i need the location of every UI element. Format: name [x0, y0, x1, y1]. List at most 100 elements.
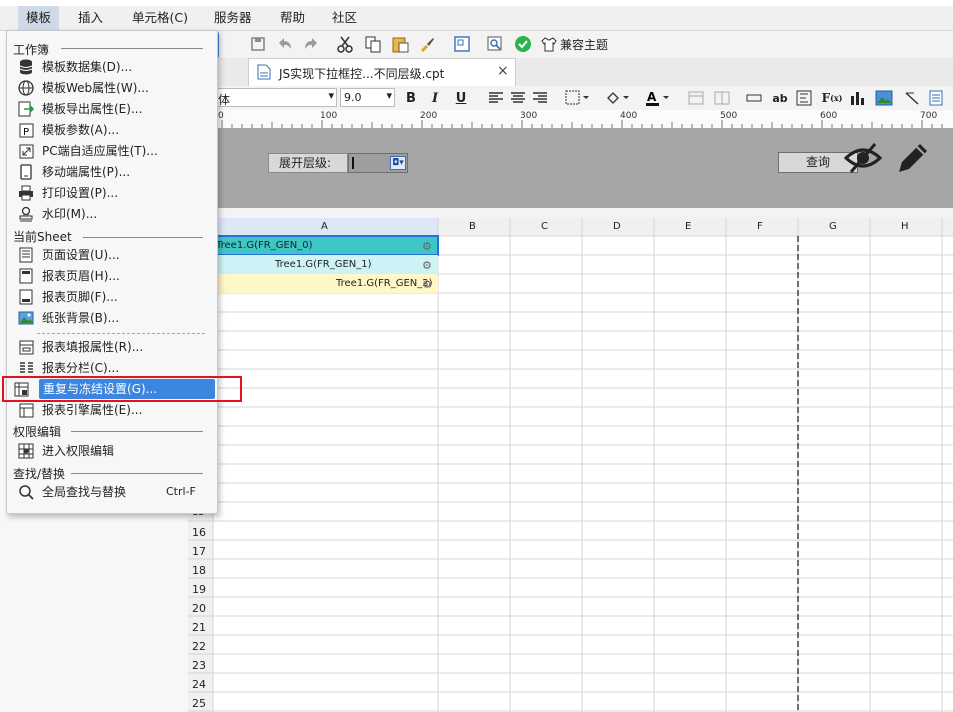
menu-item-footer[interactable]: 报表页脚(F)...: [12, 287, 210, 307]
menu-item-shortcut: Ctrl-F: [166, 485, 196, 498]
row-header[interactable]: 25: [192, 697, 206, 710]
menu-item-pc-adapt[interactable]: PC端自适应属性(T)...: [12, 141, 210, 161]
cell-a2[interactable]: Tree1.G(FR_GEN_1): [275, 259, 372, 270]
cut-button[interactable]: [335, 34, 355, 54]
font-color-button[interactable]: A: [643, 88, 673, 108]
menu-item-engine-attr[interactable]: 报表引擎属性(E)...: [12, 400, 210, 420]
undo-button[interactable]: [275, 34, 295, 54]
menu-insert[interactable]: 插入: [70, 6, 111, 30]
scissors-icon: [337, 36, 353, 53]
chart-button[interactable]: [849, 88, 867, 108]
menu-item-paper-bg[interactable]: 纸张背景(B)...: [12, 308, 210, 328]
menu-item-watermark[interactable]: 水印(M)...: [12, 204, 210, 224]
format-painter-button[interactable]: [417, 34, 437, 54]
menu-item-page-setup[interactable]: 页面设置(U)...: [12, 245, 210, 265]
menu-item-columns[interactable]: 报表分栏(C)...: [12, 358, 210, 378]
row-header[interactable]: 22: [192, 640, 206, 653]
menu-item-print[interactable]: 打印设置(P)...: [12, 183, 210, 203]
row-header[interactable]: 21: [192, 621, 206, 634]
menubar: 模板 插入 单元格(C) 服务器 帮助 社区: [0, 6, 953, 31]
formula-editor-button[interactable]: [795, 88, 813, 108]
font-name-select[interactable]: 体 ▾: [215, 88, 337, 107]
spreadsheet-grid[interactable]: A B C D E F G H Tree1.G(FR_GEN_0) Tree1.…: [188, 218, 953, 712]
pencil-icon[interactable]: [895, 140, 931, 176]
row-header[interactable]: 20: [192, 602, 206, 615]
align-center-button[interactable]: [509, 88, 527, 108]
stamp-icon: [18, 206, 34, 222]
menu-item-header[interactable]: 报表页眉(H)...: [12, 266, 210, 286]
menu-template[interactable]: 模板: [18, 6, 60, 30]
underline-button[interactable]: U: [453, 88, 469, 108]
menu-server[interactable]: 服务器: [206, 6, 260, 30]
slash-button[interactable]: [903, 88, 921, 108]
theme-button[interactable]: 兼容主题: [541, 34, 621, 54]
tab-file[interactable]: JS实现下拉框控...不同层级.cpt ×: [248, 58, 516, 86]
tab-title: JS实现下拉框控...不同层级.cpt: [279, 67, 445, 81]
row-header[interactable]: 23: [192, 659, 206, 672]
row-header[interactable]: 18: [192, 564, 206, 577]
main-toolbar: 兼容主题: [209, 31, 953, 58]
cell-a3[interactable]: Tree1.G(FR_GEN_2): [336, 278, 433, 289]
unmerge-button[interactable]: [713, 88, 731, 108]
copy-button[interactable]: [363, 34, 383, 54]
menu-item-dataset[interactable]: 模板数据集(D)...: [12, 57, 210, 77]
preview-button[interactable]: [452, 34, 472, 54]
col-header-d[interactable]: D: [613, 221, 621, 232]
unmerge-icon: [714, 91, 730, 105]
italic-button[interactable]: I: [427, 88, 443, 108]
border-button[interactable]: [563, 88, 593, 108]
gear-icon[interactable]: ⚙: [422, 278, 432, 291]
text-button[interactable]: ab: [771, 88, 789, 108]
row-header[interactable]: 19: [192, 583, 206, 596]
menu-help[interactable]: 帮助: [272, 6, 313, 30]
col-header-a[interactable]: A: [321, 221, 328, 232]
close-tab-icon[interactable]: ×: [497, 63, 509, 79]
col-header-e[interactable]: E: [685, 221, 691, 232]
menu-item-web-attr[interactable]: 模板Web属性(W)...: [12, 78, 210, 98]
row-header[interactable]: 24: [192, 678, 206, 691]
row-header[interactable]: 17: [192, 545, 206, 558]
insert-row-button[interactable]: [745, 88, 763, 108]
cell-a1[interactable]: Tree1.G(FR_GEN_0): [216, 240, 313, 251]
col-header-h[interactable]: H: [901, 221, 909, 232]
more-button[interactable]: [927, 88, 945, 108]
undo-icon: [279, 38, 291, 49]
menu-item-label: 纸张背景(B)...: [42, 311, 120, 325]
redo-button[interactable]: [301, 34, 321, 54]
menu-item-export-attr[interactable]: 模板导出属性(E)...: [12, 99, 210, 119]
menu-item-mobile-attr[interactable]: 移动端属性(P)...: [12, 162, 210, 182]
gear-icon[interactable]: ⚙: [422, 240, 432, 253]
menu-item-perm-edit[interactable]: 进入权限编辑: [12, 441, 210, 461]
menu-community[interactable]: 社区: [324, 6, 365, 30]
row-header[interactable]: 16: [192, 526, 206, 539]
col-header-f[interactable]: F: [757, 221, 763, 232]
col-header-g[interactable]: G: [829, 221, 837, 232]
align-left-button[interactable]: [487, 88, 505, 108]
col-header-c[interactable]: C: [541, 221, 548, 232]
expand-level-combo[interactable]: ◘▾: [348, 153, 408, 173]
fill-color-button[interactable]: [603, 88, 633, 108]
image-button[interactable]: [875, 88, 893, 108]
gear-icon[interactable]: ⚙: [422, 259, 432, 272]
font-color-icon: A: [646, 90, 669, 106]
align-right-button[interactable]: [531, 88, 549, 108]
redo-icon: [305, 38, 317, 49]
merge-button[interactable]: [687, 88, 705, 108]
font-name-value: 体: [218, 93, 231, 107]
menu-item-fill-attr[interactable]: 报表填报属性(R)...: [12, 337, 210, 357]
col-header-b[interactable]: B: [469, 221, 476, 232]
combo-dropdown-icon[interactable]: ◘▾: [390, 156, 406, 170]
function-button[interactable]: F (x): [821, 88, 843, 108]
hidden-eye-icon[interactable]: [843, 138, 883, 178]
menu-cell[interactable]: 单元格(C): [124, 6, 196, 30]
menu-item-label: 报表分栏(C)...: [42, 361, 120, 375]
search-preview-button[interactable]: [485, 34, 505, 54]
menu-item-params[interactable]: P 模板参数(A)...: [12, 120, 210, 140]
border-icon: [565, 90, 589, 105]
menu-item-find-replace[interactable]: 全局查找与替换 Ctrl-F: [12, 482, 210, 502]
paste-button[interactable]: [390, 34, 410, 54]
check-button[interactable]: [513, 34, 533, 54]
bold-button[interactable]: B: [403, 88, 419, 108]
save-button[interactable]: [248, 34, 268, 54]
font-size-select[interactable]: 9.0 ▾: [340, 88, 395, 107]
